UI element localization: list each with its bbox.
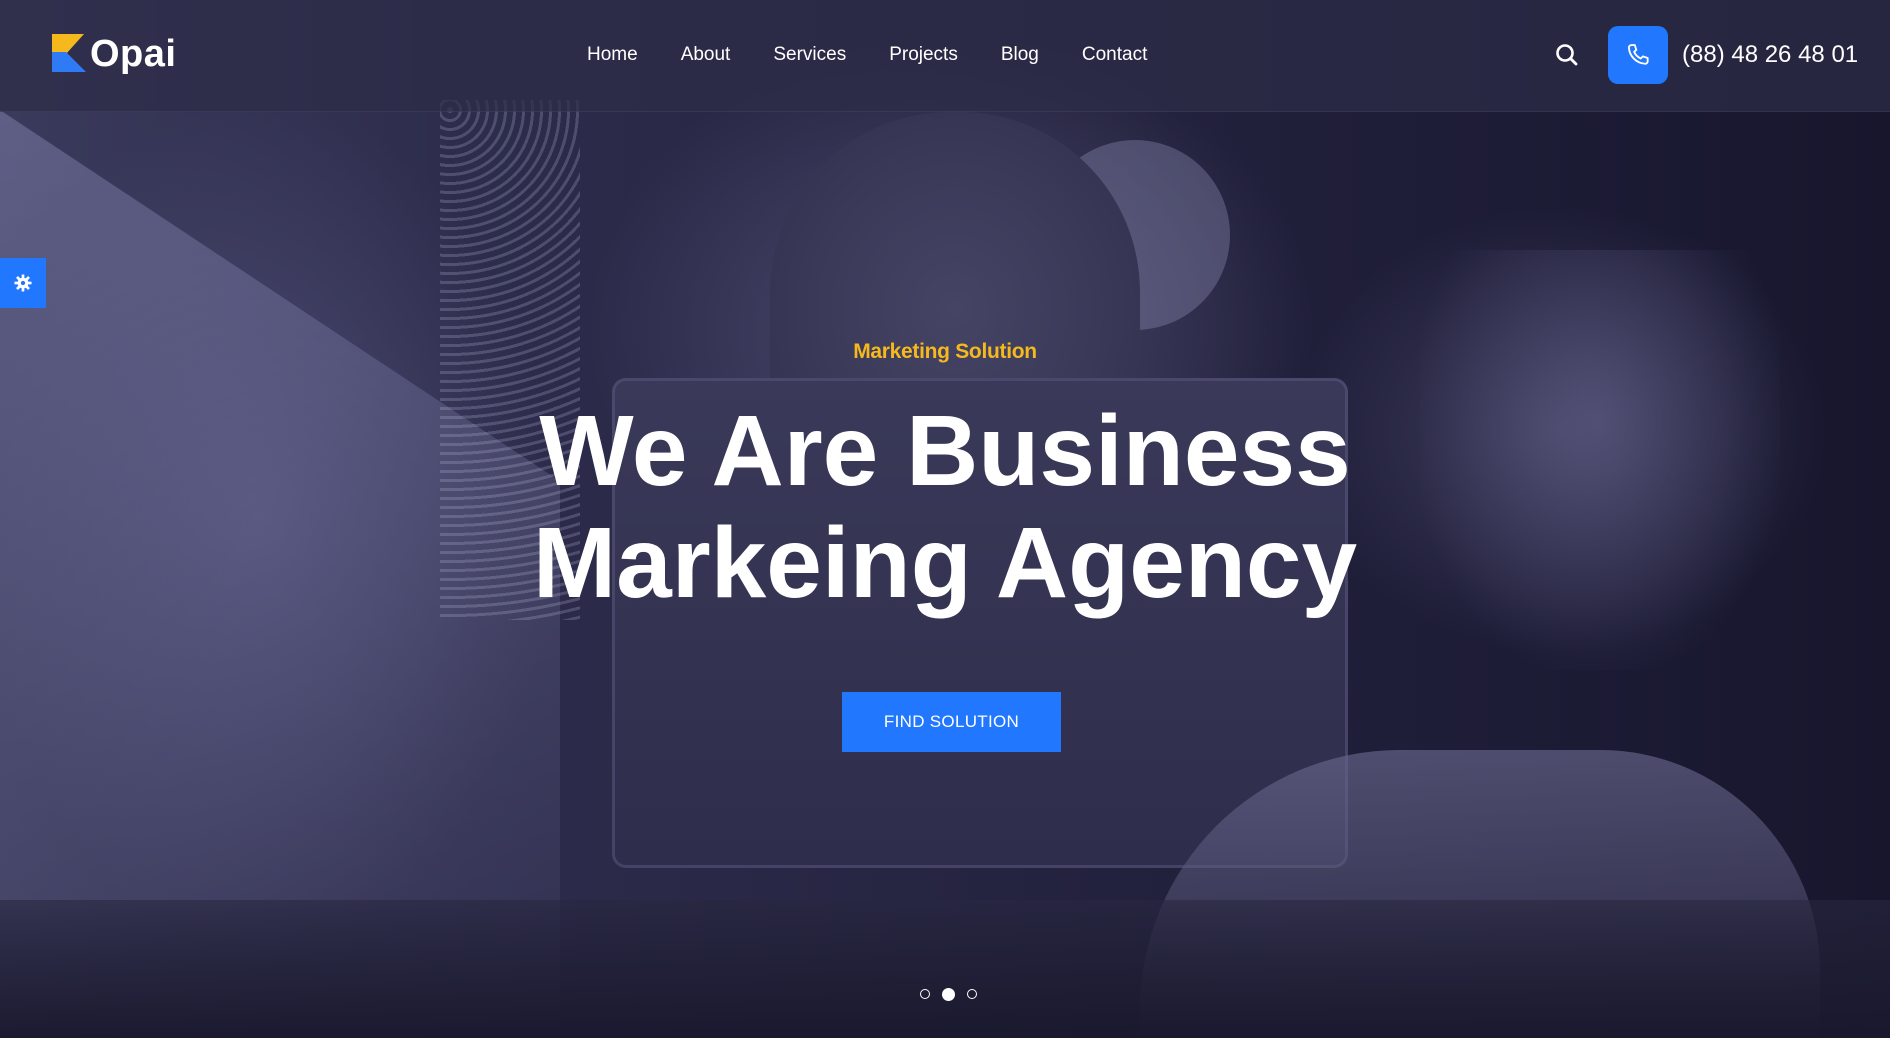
search-icon[interactable] bbox=[1554, 42, 1580, 68]
settings-toggle-button[interactable] bbox=[0, 258, 46, 308]
nav-item-services[interactable]: Services bbox=[773, 42, 846, 68]
hero-headline: We Are Business Markeing Agency bbox=[0, 395, 1890, 619]
phone-number[interactable]: (88) 48 26 48 01 bbox=[1682, 40, 1858, 70]
nav-item-contact[interactable]: Contact bbox=[1082, 42, 1147, 68]
phone-icon bbox=[1627, 44, 1649, 65]
hero-section: Opai Home About Services Projects Blog C… bbox=[0, 0, 1890, 1038]
hero-headline-line-1: We Are Business bbox=[539, 395, 1351, 507]
find-solution-button[interactable]: FIND SOLUTION bbox=[842, 692, 1061, 752]
logo-text: Opai bbox=[90, 32, 177, 75]
main-nav: Home About Services Projects Blog Contac… bbox=[587, 42, 1190, 68]
slider-dot-2[interactable] bbox=[942, 987, 955, 1001]
nav-item-projects[interactable]: Projects bbox=[889, 42, 958, 68]
slider-dot-1[interactable] bbox=[920, 989, 930, 999]
slider-pagination bbox=[920, 987, 989, 1001]
slider-dot-3[interactable] bbox=[967, 989, 977, 999]
nav-item-blog[interactable]: Blog bbox=[1001, 42, 1039, 68]
gear-icon bbox=[14, 274, 32, 292]
hero-headline-line-2: Markeing Agency bbox=[532, 507, 1358, 619]
hero-eyebrow: Marketing Solution bbox=[853, 340, 1037, 363]
site-logo[interactable]: Opai bbox=[52, 30, 176, 78]
phone-call-button[interactable] bbox=[1608, 26, 1668, 84]
nav-item-home[interactable]: Home bbox=[587, 42, 638, 68]
site-header: Opai Home About Services Projects Blog C… bbox=[0, 0, 1890, 112]
nav-item-about[interactable]: About bbox=[681, 42, 731, 68]
background-table bbox=[0, 900, 1890, 1038]
logo-mark-icon bbox=[52, 34, 88, 74]
